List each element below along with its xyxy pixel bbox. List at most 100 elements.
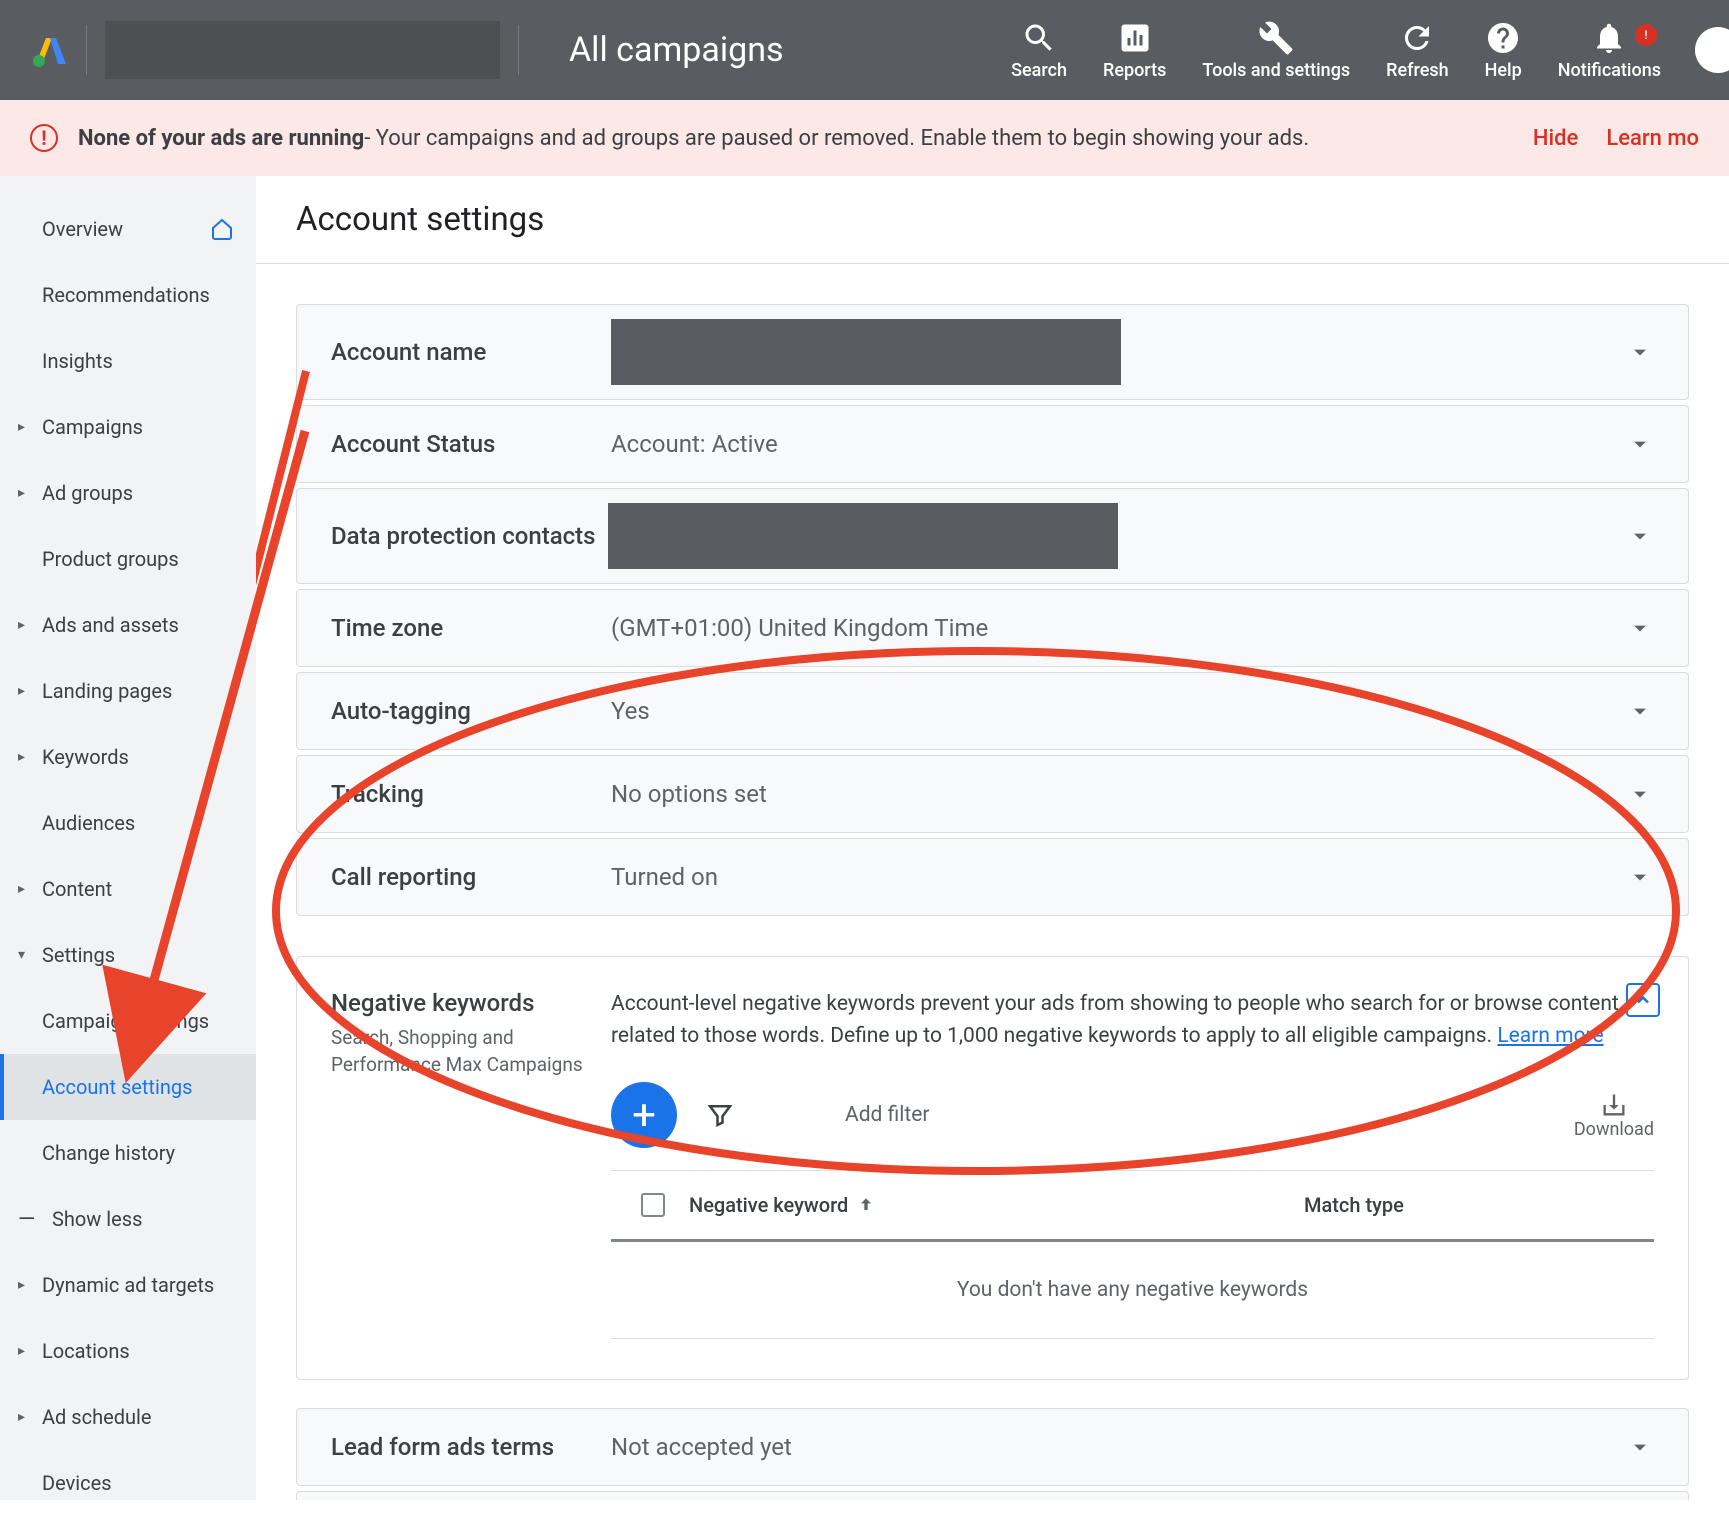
scope-title: All campaigns: [569, 30, 784, 70]
sidebar-item-label: Product groups: [42, 547, 179, 571]
alert-banner: None of your ads are running - Your camp…: [0, 100, 1729, 176]
row-time-zone[interactable]: Time zone (GMT+01:00) United Kingdom Tim…: [296, 589, 1689, 667]
sidebar-item-change-history[interactable]: Change history: [0, 1120, 256, 1186]
alert-bold-text: None of your ads are running: [78, 126, 364, 151]
collapse-button[interactable]: [1626, 983, 1660, 1017]
caret-icon: [18, 1409, 25, 1425]
sidebar-item-label: Change history: [42, 1141, 175, 1165]
sidebar-item-overview[interactable]: Overview: [0, 196, 256, 262]
row-value: Not accepted yet: [611, 1433, 1626, 1461]
sidebar-item-ad-schedule[interactable]: Ad schedule: [0, 1384, 256, 1450]
avatar[interactable]: [1695, 27, 1729, 73]
sidebar-item-locations[interactable]: Locations: [0, 1318, 256, 1384]
row-label: Account name: [331, 338, 611, 366]
filter-icon-button[interactable]: [705, 1100, 735, 1130]
redacted-value: [608, 503, 1118, 569]
download-button[interactable]: Download: [1574, 1091, 1654, 1140]
add-button[interactable]: +: [611, 1082, 677, 1148]
reports-button[interactable]: Reports: [1085, 20, 1184, 81]
row-lead-form[interactable]: Lead form ads terms Not accepted yet: [296, 1408, 1689, 1486]
row-label: Data protection contacts: [331, 522, 596, 550]
sidebar-item-label: Locations: [42, 1339, 130, 1363]
chevron-down-icon: [1626, 780, 1654, 808]
caret-icon: [18, 683, 25, 699]
reports-icon: [1117, 20, 1153, 56]
refresh-button[interactable]: Refresh: [1368, 20, 1466, 81]
column-match-type[interactable]: Match type: [1304, 1193, 1634, 1217]
notifications-label: Notifications: [1558, 60, 1661, 81]
divider: [86, 25, 87, 75]
row-tracking[interactable]: Tracking No options set: [296, 755, 1689, 833]
sidebar-item-campaigns[interactable]: Campaigns: [0, 394, 256, 460]
main-content: Account settings Account name Account St…: [256, 176, 1729, 1500]
help-button[interactable]: Help: [1467, 20, 1540, 81]
bell-icon: [1591, 20, 1627, 56]
column-negative-keyword[interactable]: Negative keyword: [689, 1193, 1304, 1217]
row-label: Tracking: [331, 780, 611, 808]
page-title: Account settings: [256, 176, 1729, 264]
neg-kw-title: Negative keywords: [331, 989, 611, 1017]
wrench-icon: [1258, 20, 1294, 56]
sidebar-item-label: Settings: [42, 943, 115, 967]
sidebar-item-product-groups[interactable]: Product groups: [0, 526, 256, 592]
sidebar-item-keywords[interactable]: Keywords: [0, 724, 256, 790]
caret-icon: [18, 749, 25, 765]
alert-hide-button[interactable]: Hide: [1533, 126, 1578, 151]
chevron-down-icon: [1626, 614, 1654, 642]
sidebar-item-label: Recommendations: [42, 283, 210, 307]
sidebar-item-content[interactable]: Content: [0, 856, 256, 922]
row-account-name[interactable]: Account name: [296, 304, 1689, 400]
select-all-checkbox[interactable]: [641, 1193, 665, 1217]
sidebar-item-insights[interactable]: Insights: [0, 328, 256, 394]
sidebar-item-label: Campaign settings: [42, 1009, 209, 1033]
sidebar-item-label: Audiences: [42, 811, 135, 835]
sidebar-item-devices[interactable]: Devices: [0, 1450, 256, 1516]
download-icon: [1600, 1091, 1628, 1119]
account-name-redacted: [105, 21, 500, 79]
row-account-status[interactable]: Account Status Account: Active: [296, 405, 1689, 483]
row-value: [611, 329, 1626, 375]
caret-down-icon: [18, 947, 25, 963]
row-data-protection[interactable]: Data protection contacts: [296, 488, 1689, 584]
sidebar-item-audiences[interactable]: Audiences: [0, 790, 256, 856]
sidebar-item-dynamic-ad-targets[interactable]: Dynamic ad targets: [0, 1252, 256, 1318]
row-customer-match[interactable]: Customer Match Customer Match lists are …: [296, 1491, 1689, 1500]
tools-button[interactable]: Tools and settings: [1184, 20, 1368, 81]
alert-learn-more-link[interactable]: Learn mo: [1606, 126, 1699, 151]
card-negative-keywords: Negative keywords Search, Shopping and P…: [296, 956, 1689, 1380]
add-filter-button[interactable]: Add filter: [845, 1103, 929, 1127]
refresh-icon: [1399, 20, 1435, 56]
sidebar-item-landing-pages[interactable]: Landing pages: [0, 658, 256, 724]
caret-icon: [18, 881, 25, 897]
help-icon: [1485, 20, 1521, 56]
reports-label: Reports: [1103, 60, 1166, 81]
sidebar-item-label: Ad groups: [42, 481, 133, 505]
row-label: Call reporting: [331, 863, 611, 891]
chevron-up-icon: [1633, 990, 1653, 1010]
sidebar-sub-campaign-settings[interactable]: Campaign settings: [0, 988, 256, 1054]
learn-more-link[interactable]: Learn more: [1497, 1024, 1603, 1048]
notifications-button[interactable]: Notifications !: [1540, 20, 1679, 81]
row-label: Account Status: [331, 430, 611, 458]
sidebar-item-label: Ad schedule: [42, 1405, 151, 1429]
row-value: Yes: [611, 697, 1626, 725]
row-value: Account: Active: [611, 430, 1626, 458]
show-less-button[interactable]: —Show less: [0, 1186, 256, 1252]
sidebar-item-ad-groups[interactable]: Ad groups: [0, 460, 256, 526]
row-auto-tagging[interactable]: Auto-tagging Yes: [296, 672, 1689, 750]
sidebar-sub-account-settings[interactable]: Account settings: [0, 1054, 256, 1120]
neg-kw-subtitle: Search, Shopping and Performance Max Cam…: [331, 1025, 611, 1078]
chevron-down-icon: [1626, 1433, 1654, 1461]
notification-badge: !: [1635, 24, 1657, 46]
chevron-down-icon: [1626, 338, 1654, 366]
caret-icon: [18, 1343, 25, 1359]
alert-icon: [30, 124, 58, 152]
sidebar-item-recommendations[interactable]: Recommendations: [0, 262, 256, 328]
row-call-reporting[interactable]: Call reporting Turned on: [296, 838, 1689, 916]
sidebar-item-label: Landing pages: [42, 679, 172, 703]
search-button[interactable]: Search: [993, 20, 1085, 81]
sidebar-item-settings[interactable]: Settings: [0, 922, 256, 988]
sidebar-item-ads-assets[interactable]: Ads and assets: [0, 592, 256, 658]
home-icon: [210, 217, 234, 241]
row-value: [608, 513, 1626, 559]
